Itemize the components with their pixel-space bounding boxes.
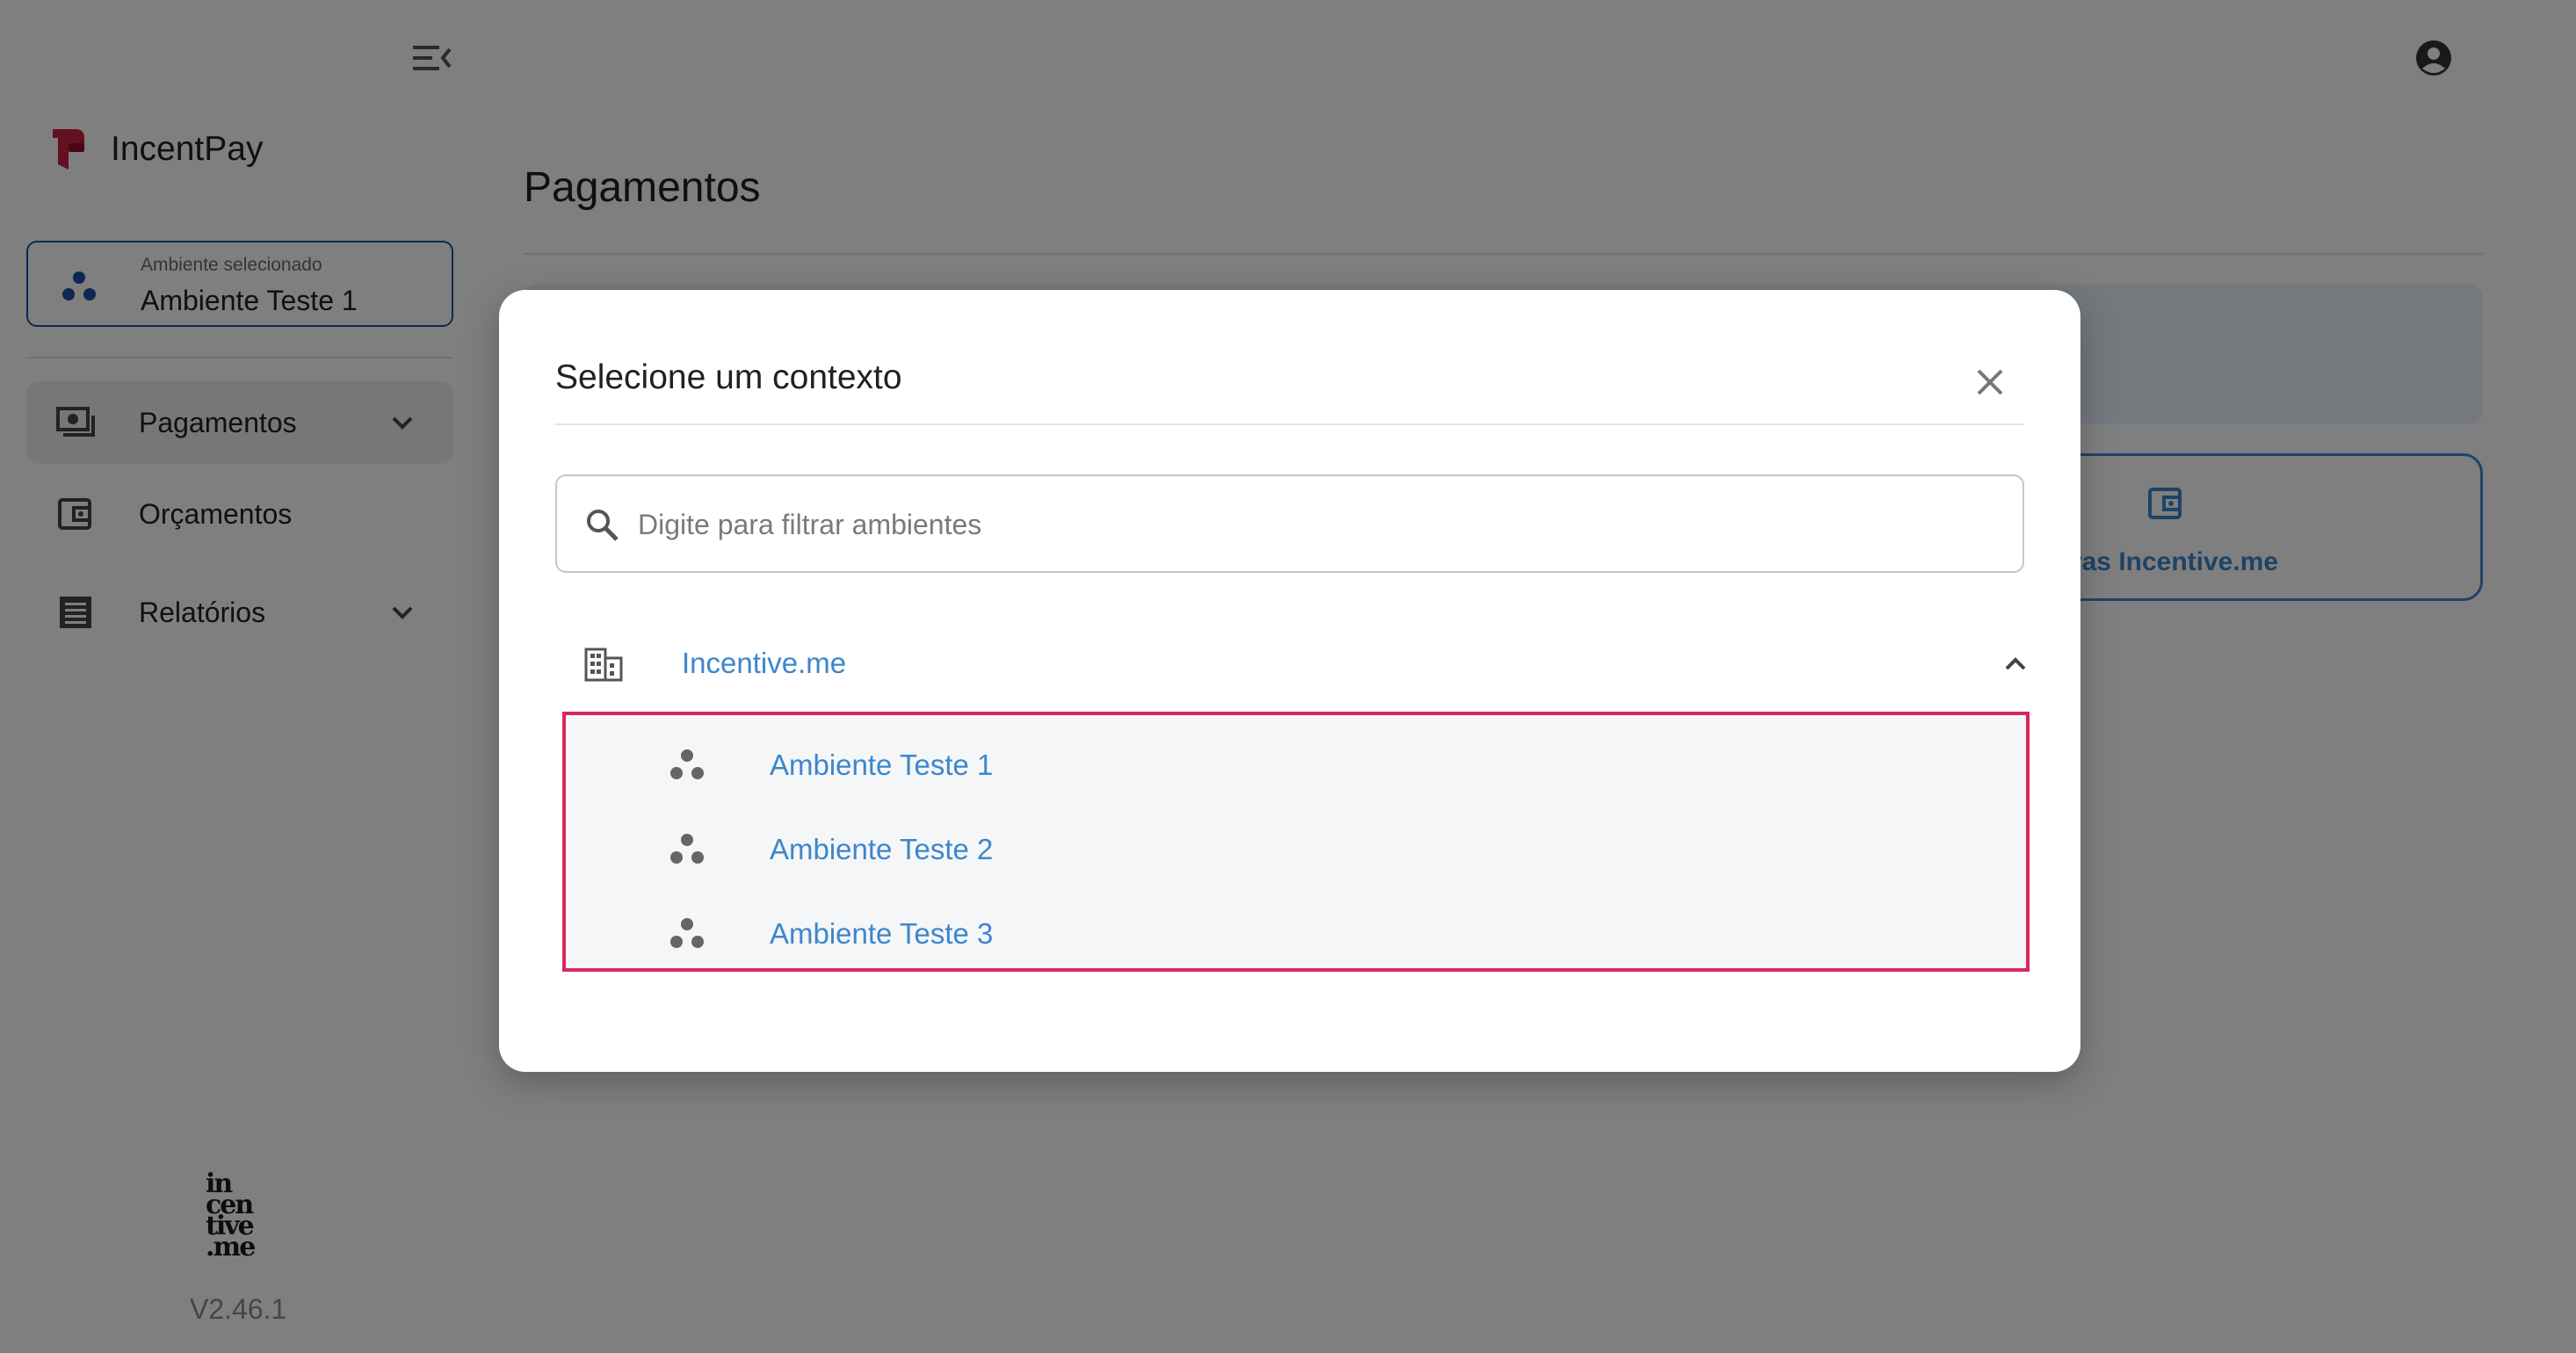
search-icon xyxy=(583,506,620,543)
environment-icon xyxy=(668,749,706,782)
environment-filter-field xyxy=(555,474,2024,573)
organization-row[interactable]: Incentive.me xyxy=(555,622,2026,706)
environment-list: Ambiente Teste 1 Ambiente Teste 2 Ambien… xyxy=(562,712,2030,972)
environment-filter-input[interactable] xyxy=(636,496,1993,554)
dialog-title: Selecione um contexto xyxy=(555,358,902,396)
context-dialog: Selecione um contexto Incen xyxy=(499,290,2080,1072)
close-icon[interactable] xyxy=(1968,360,2012,404)
environment-item-label: Ambiente Teste 1 xyxy=(770,749,994,781)
dialog-divider xyxy=(555,423,2024,425)
environment-item[interactable]: Ambiente Teste 2 xyxy=(566,807,2026,891)
environment-item[interactable]: Ambiente Teste 3 xyxy=(566,891,2026,975)
environment-icon xyxy=(668,833,706,866)
environment-item[interactable]: Ambiente Teste 1 xyxy=(566,722,2026,807)
environment-item-label: Ambiente Teste 3 xyxy=(770,917,994,950)
environment-item-label: Ambiente Teste 2 xyxy=(770,833,994,865)
building-icon xyxy=(583,647,624,682)
organization-label: Incentive.me xyxy=(682,647,847,679)
environment-icon xyxy=(668,917,706,951)
chevron-up-icon[interactable] xyxy=(2000,648,2031,680)
